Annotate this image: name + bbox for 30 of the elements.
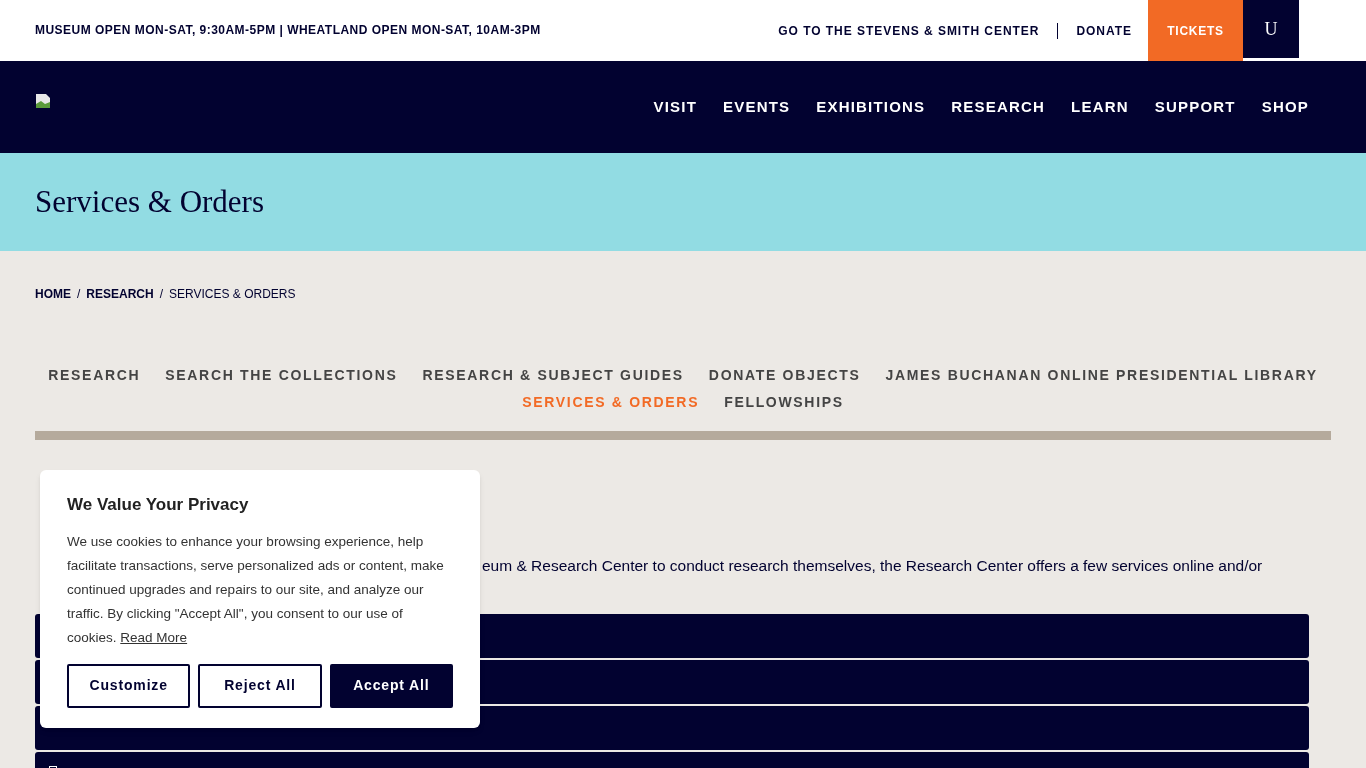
main-nav-link[interactable]: RESEARCH [951, 95, 1046, 119]
sub-nav-link[interactable]: RESEARCH [48, 365, 141, 386]
main-nav-link[interactable]: SHOP [1261, 95, 1309, 119]
main-nav-link[interactable]: LEARN [1071, 95, 1129, 119]
breadcrumb-text: / [159, 286, 164, 303]
main-nav-link[interactable]: EVENTS [723, 95, 791, 119]
sub-nav-link[interactable]: DONATE OBJECTS [708, 365, 861, 386]
opening-hours: MUSEUM OPEN MON-SAT, 9:30AM-5PM | WHEATLAND OPEN MON-SAT, 10AM-3PM [35, 22, 541, 39]
sub-nav-link[interactable]: SEARCH THE COLLECTIONS [165, 365, 398, 386]
top-link[interactable]: GO TO THE STEVENS & SMITH CENTER [778, 21, 1040, 40]
main-nav-link[interactable]: SUPPORT [1154, 95, 1236, 119]
dialog-button[interactable]: Accept All [329, 663, 453, 708]
top-link[interactable]: DONATE [1076, 21, 1132, 40]
sub-nav-link[interactable]: RESEARCH & SUBJECT GUIDES [422, 365, 684, 386]
intro-paragraph: eum & Research Center to conduct research themselves, the Research Center offers a few services online and/or [482, 556, 1264, 576]
dialog-button[interactable]: Reject All [198, 663, 322, 708]
main-nav-link[interactable]: VISIT [653, 95, 698, 119]
user-button[interactable]: U [1243, 0, 1299, 58]
main-nav-link[interactable]: EXHIBITIONS [816, 95, 926, 119]
dialog-button[interactable]: Customize [67, 663, 191, 708]
sub-nav-link[interactable]: FELLOWSHIPS [724, 392, 844, 413]
breadcrumb-link[interactable]: RESEARCH [86, 285, 154, 303]
dialog-text: We use cookies to enhance your browsing experience, help facilitate transactions, serve personalized ads or content, make continued upgrades and repairs to our site, and analyze our traffic. By clicking "Accept All", you consent to our use of cookies. Read More [67, 532, 445, 647]
read-more-link[interactable]: Read More [120, 629, 188, 645]
breadcrumb-text: / [77, 286, 81, 303]
dialog-title: We Value Your Privacy [67, 494, 250, 516]
breadcrumb-link[interactable]: HOME [35, 285, 71, 303]
sub-nav-link[interactable]: JAMES BUCHANAN ONLINE PRESIDENTIAL LIBRARY [885, 365, 1318, 386]
breadcrumb-text: SERVICES & ORDERS [169, 286, 296, 303]
page-title: Services & Orders [35, 182, 264, 221]
